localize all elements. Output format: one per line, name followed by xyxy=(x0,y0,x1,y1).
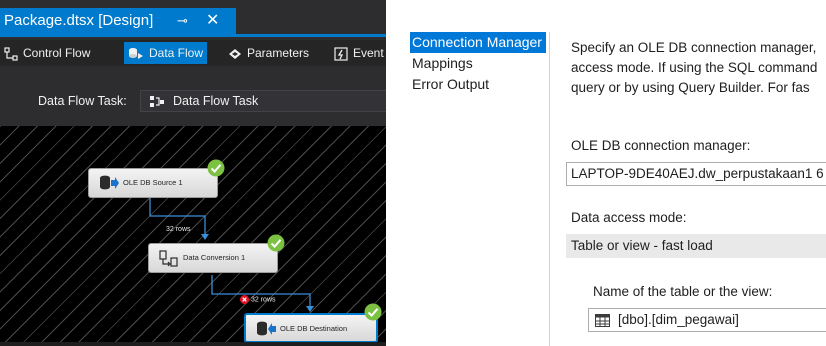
editor-description: Specify an OLE DB connection manager, ac… xyxy=(571,38,826,98)
tab-label: Control Flow xyxy=(23,46,91,60)
pin-icon[interactable]: ⊸ xyxy=(177,8,188,34)
event-handlers-icon xyxy=(334,47,348,61)
component-label: OLE DB Destination xyxy=(280,324,348,333)
data-flow-icon xyxy=(129,47,143,59)
table-name-value: [dbo].[dim_pegawai] xyxy=(618,312,739,327)
error-icon xyxy=(240,295,249,304)
nav-error-output[interactable]: Error Output xyxy=(410,74,549,95)
editor-nav: Connection Manager Mappings Error Output xyxy=(410,32,550,346)
document-tab[interactable]: Package.dtsx [Design] ⊸ ✕ xyxy=(0,8,236,34)
tab-data-flow[interactable]: Data Flow xyxy=(124,42,208,64)
row-count-label-error: 32 rows xyxy=(240,295,276,304)
parameters-icon xyxy=(229,48,241,59)
success-check-icon xyxy=(364,303,382,321)
success-check-icon xyxy=(267,234,285,252)
tab-parameters[interactable]: Parameters xyxy=(228,42,309,64)
success-check-icon xyxy=(207,159,225,177)
task-select-value: Data Flow Task xyxy=(173,94,259,108)
data-conversion-component[interactable]: Data Conversion 1 xyxy=(148,234,285,273)
nav-mappings[interactable]: Mappings xyxy=(410,53,549,74)
data-path-1[interactable] xyxy=(149,197,209,240)
nav-connection-manager[interactable]: Connection Manager xyxy=(410,32,546,53)
access-mode-select[interactable]: Table or view - fast load xyxy=(566,234,826,258)
oledb-source-component[interactable]: OLE DB Source 1 xyxy=(88,159,225,198)
design-canvas[interactable]: 32 rows 32 rows OLE DB Source 1 Data Con… xyxy=(0,126,386,346)
tab-underline xyxy=(0,34,386,37)
data-flow-task-select[interactable]: Data Flow Task xyxy=(140,90,386,112)
designer-tabs: Control Flow Data Flow Parameters Event xyxy=(0,40,386,66)
connection-manager-label: OLE DB connection manager: xyxy=(571,138,751,153)
data-path-2[interactable] xyxy=(211,275,314,312)
control-flow-icon xyxy=(4,47,18,61)
description-line: Specify an OLE DB connection manager, xyxy=(571,40,817,55)
component-label: Data Conversion 1 xyxy=(183,253,246,262)
document-tab-title: Package.dtsx [Design] xyxy=(4,12,154,29)
task-label: Data Flow Task: xyxy=(38,94,127,108)
access-mode-label: Data access mode: xyxy=(571,210,687,225)
data-conversion-icon xyxy=(159,250,178,267)
description-line: access mode. If using the SQL command xyxy=(571,60,818,75)
table-name-label: Name of the table or the view: xyxy=(593,284,773,299)
tab-label: Data Flow xyxy=(149,46,204,60)
oledb-source-icon xyxy=(100,175,119,190)
canvas-border xyxy=(0,342,386,346)
tab-event-handlers[interactable]: Event xyxy=(334,42,384,64)
row-count-text: 32 rows xyxy=(251,296,276,304)
oledb-destination-component[interactable]: OLE DB Destination xyxy=(244,303,382,343)
row-count-label: 32 rows xyxy=(166,226,191,233)
table-icon xyxy=(595,313,610,327)
tab-control-flow[interactable]: Control Flow xyxy=(4,42,90,64)
close-icon[interactable]: ✕ xyxy=(206,8,219,34)
table-name-select[interactable]: [dbo].[dim_pegawai] xyxy=(588,308,826,332)
editor-content: Specify an OLE DB connection manager, ac… xyxy=(566,32,826,346)
connection-manager-select[interactable]: LAPTOP-9DE40AEJ.dw_perpustakaan1 6 xyxy=(566,162,826,186)
task-row: Data Flow Task: Data Flow Task xyxy=(0,80,386,124)
ssis-designer: Package.dtsx [Design] ⊸ ✕ Control Flow D… xyxy=(0,0,386,346)
component-label: OLE DB Source 1 xyxy=(123,178,183,187)
oledb-destination-icon xyxy=(257,321,276,336)
data-flow-task-icon xyxy=(150,95,164,107)
oledb-destination-editor: Connection Manager Mappings Error Output… xyxy=(386,0,826,346)
description-line: query or by using Query Builder. For fas xyxy=(571,80,810,95)
tab-label: Event xyxy=(353,46,384,60)
tab-label: Parameters xyxy=(247,46,310,60)
